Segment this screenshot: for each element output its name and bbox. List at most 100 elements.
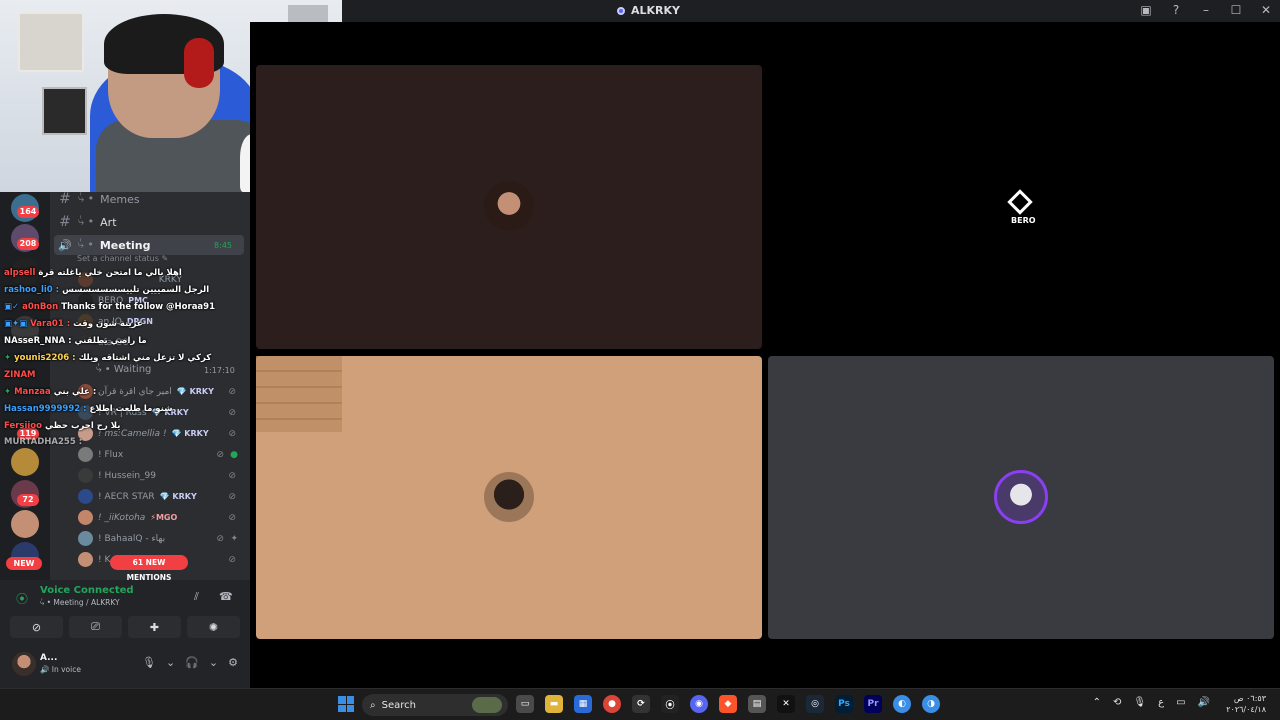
channel-prefix: ٰ⤷ •	[40, 598, 54, 607]
channel-memes[interactable]: # ٰ⤷ • Memes	[58, 189, 140, 209]
avatar	[78, 531, 93, 546]
app-icon[interactable]: ▤	[748, 695, 766, 713]
channel-prefix: ٰ⤷ •	[78, 192, 95, 205]
help-icon[interactable]: ?	[1168, 3, 1184, 17]
voice-member[interactable]: ! BahaalQ - بهاء ✦ ⊘	[78, 529, 242, 548]
channel-label: Art	[100, 215, 117, 229]
server-icon[interactable]	[11, 510, 39, 538]
chat-message: ✦ Manzaa علي بني :	[4, 387, 96, 397]
chat-text: ما راضي يطلقني	[74, 336, 147, 346]
chat-user: rashoo_li0 :	[4, 285, 60, 295]
window-controls: ▣ ? – ☐ ✕	[1138, 3, 1274, 17]
user-avatar[interactable]	[12, 652, 36, 676]
file-explorer-icon[interactable]: ▬	[545, 695, 563, 713]
user-name[interactable]: A...	[40, 653, 57, 663]
chat-text: الرجل السمييين تلييسسسسسسس	[62, 285, 210, 295]
clock-date: ٢٠٢٦/٠٤/١٨	[1226, 705, 1266, 714]
brave-icon[interactable]: ◆	[719, 695, 737, 713]
minimize-button[interactable]: –	[1198, 3, 1214, 17]
noise-suppression-icon[interactable]: ⫽	[194, 590, 199, 604]
member-tag-text: KRKY	[172, 492, 197, 501]
steam-icon[interactable]: ◎	[806, 695, 824, 713]
start-button[interactable]	[338, 696, 354, 712]
new-mentions-pill[interactable]: 61 NEW MENTIONS	[110, 555, 188, 582]
start-tile	[338, 696, 346, 704]
award-plaque-dark	[42, 87, 87, 135]
camera-off-button[interactable]: ⊘	[10, 616, 63, 638]
server-icon[interactable]	[11, 448, 39, 476]
participant-avatar-speaking	[994, 470, 1048, 524]
participant-label: BERO	[1011, 216, 1036, 225]
inbox-icon[interactable]: ▣	[1138, 3, 1154, 17]
meeting-timer: 8:45	[214, 240, 232, 250]
participant-tile[interactable]	[256, 65, 762, 349]
photoshop-icon[interactable]: Ps	[835, 695, 853, 713]
chat-user: younis2206 :	[14, 353, 76, 363]
microphone-icon[interactable]: 🎙	[142, 656, 156, 669]
settings-gear-icon[interactable]: ⚙	[228, 656, 238, 669]
voice-channel-icon: 🔊	[58, 238, 72, 252]
app-icon[interactable]: ◑	[922, 695, 940, 713]
close-button[interactable]: ✕	[1258, 3, 1274, 17]
language-indicator[interactable]: ع	[1158, 697, 1164, 708]
activities-button[interactable]: ✚	[128, 616, 181, 638]
chat-message: MURTADHA255 :	[4, 437, 85, 447]
chat-text: شنو ما طلعت اطلاع	[89, 404, 173, 414]
new-servers-pill[interactable]: NEW	[6, 557, 42, 570]
channel-meeting[interactable]: 🔊 ٰ⤷ • Meeting 8:45	[54, 235, 244, 255]
task-view-icon[interactable]: ▭	[516, 695, 534, 713]
clock[interactable]: ٠٦:٥٣ ص ٢٠٢٦/٠٤/١٨	[1226, 693, 1266, 715]
member-name: ! K	[98, 554, 111, 565]
voice-member[interactable]: ! Hussein_99 ⊘	[78, 466, 242, 485]
participant-avatar	[484, 181, 534, 231]
signal-icon[interactable]: ⦿	[16, 590, 28, 607]
stream-chat-overlay: alpsell اهلا بالي ما امتحن خلي ياغلته قرة…	[0, 262, 250, 452]
chevron-down-icon[interactable]: ⌄	[209, 656, 218, 669]
chat-text: غرينة شون وقت	[73, 319, 143, 329]
soundboard-button[interactable]: ✺	[187, 616, 240, 638]
window-title-text: ALKRKY	[631, 4, 681, 17]
app-icon[interactable]: ◐	[893, 695, 911, 713]
screen-share-button[interactable]: ⎚	[69, 616, 122, 638]
capcut-icon[interactable]: ✕	[777, 695, 795, 713]
voice-member[interactable]: ! AECR STAR 💎 KRKY ⊘	[78, 487, 242, 506]
chat-text: يلا رح اجرب حظي	[44, 421, 121, 431]
server-badge: 72	[17, 494, 39, 506]
sync-icon[interactable]: ⟲	[1113, 697, 1121, 708]
chat-text: كركي لا تزعل مني اشتاقه ويلك	[78, 353, 212, 363]
premiere-icon[interactable]: Pr	[864, 695, 882, 713]
channel-prefix: ٰ⤷ •	[77, 238, 94, 251]
voice-member[interactable]: ! _iiKotoha ⚡MGO ⊘	[78, 508, 242, 527]
chat-message: ▣✓ a0nBon Thanks for the follow @Horaa91	[4, 302, 215, 312]
user-status: 🔊 In voice	[40, 665, 81, 674]
participant-tile[interactable]: BERO	[768, 65, 1274, 349]
chat-user: NAsseR_NNA :	[4, 336, 72, 346]
server-badge: 208	[17, 238, 39, 250]
store-icon[interactable]: ▦	[574, 695, 592, 713]
steam-deck-icon[interactable]: ⦿	[661, 695, 679, 713]
chat-badge-icon: ✦	[4, 387, 15, 397]
avatar	[78, 510, 93, 525]
participant-tile[interactable]	[768, 356, 1274, 639]
chat-user: Hassan9999992 :	[4, 404, 87, 414]
disconnect-icon[interactable]: ☎	[219, 590, 233, 603]
chevron-down-icon[interactable]: ⌄	[166, 656, 175, 669]
channel-art[interactable]: # ٰ⤷ • Art	[58, 212, 117, 232]
search-highlight-image	[472, 697, 502, 713]
chrome-icon[interactable]: ●	[603, 695, 621, 713]
voice-connection-panel: ⦿ Voice Connected ٰ⤷ • Meeting / ALKRKY …	[0, 580, 250, 688]
chat-badge-icon: ✦	[4, 353, 15, 363]
text-channel-icon: #	[59, 214, 71, 230]
voice-channel-path[interactable]: ٰ⤷ • Meeting / ALKRKY	[40, 598, 120, 608]
voice-status[interactable]: Voice Connected	[40, 585, 134, 596]
chevron-up-icon[interactable]: ⌃	[1093, 697, 1101, 708]
discord-icon[interactable]: ◉	[690, 695, 708, 713]
app-icon[interactable]: ⟳	[632, 695, 650, 713]
maximize-button[interactable]: ☐	[1228, 3, 1244, 17]
headphones-icon[interactable]: 🎧	[185, 656, 199, 669]
volume-icon[interactable]: 🔊	[1198, 697, 1210, 708]
network-icon[interactable]: ▭	[1176, 697, 1185, 708]
start-tile	[346, 696, 354, 704]
taskbar-search[interactable]: ⌕ Search	[362, 694, 508, 716]
microphone-icon[interactable]: 🎙	[1133, 697, 1146, 708]
